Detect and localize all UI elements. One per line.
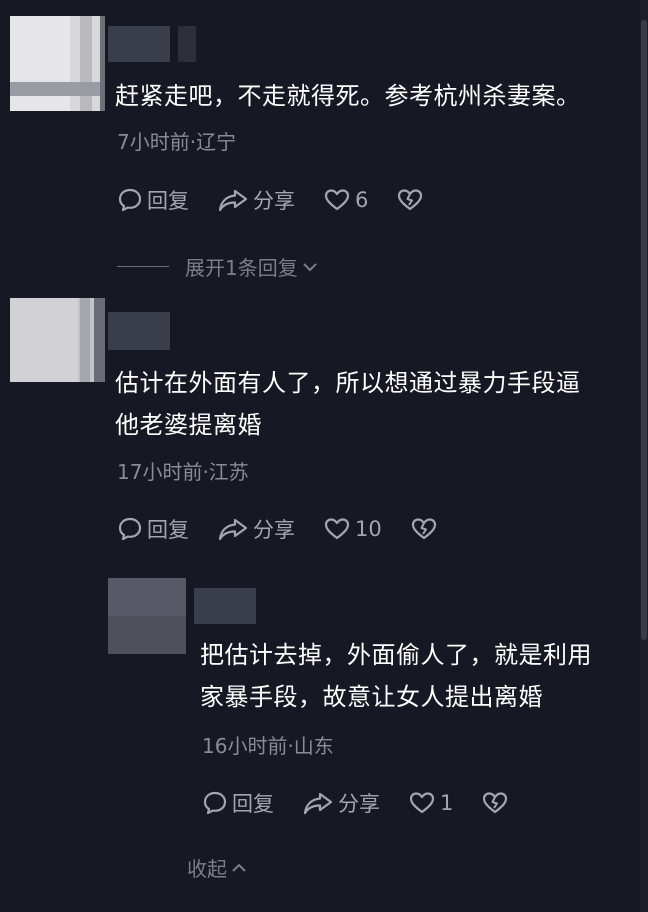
username-redacted[interactable]	[108, 26, 170, 62]
share-button[interactable]: 分享	[302, 788, 380, 818]
comment-bubble-icon	[203, 791, 227, 815]
dislike-button[interactable]	[481, 790, 513, 816]
share-arrow-icon	[303, 792, 333, 815]
reply-button[interactable]: 回复	[117, 514, 189, 544]
username-redacted-extra	[178, 26, 196, 62]
like-button[interactable]: 1	[408, 790, 453, 816]
share-arrow-icon	[218, 189, 248, 212]
comment-meta: 16小时前·山东	[202, 734, 334, 758]
comment-text: 他老婆提离婚	[115, 411, 262, 439]
scrollbar-thumb[interactable]	[641, 20, 647, 640]
dislike-button[interactable]	[410, 516, 442, 542]
comment-text: 估计在外面有人了，所以想通过暴力手段逼	[115, 369, 581, 397]
comment-meta: 17小时前·江苏	[117, 460, 249, 484]
avatar[interactable]	[108, 578, 186, 654]
comment-text: 把估计去掉，外面偷人了，就是利用	[200, 641, 592, 669]
share-label: 分享	[253, 189, 295, 213]
like-count: 10	[355, 517, 382, 541]
heart-icon	[409, 792, 435, 814]
username-redacted[interactable]	[194, 588, 256, 624]
comment-meta: 7小时前·辽宁	[117, 130, 237, 154]
reply-button[interactable]: 回复	[202, 788, 274, 818]
like-count: 6	[355, 188, 369, 212]
reply-label: 回复	[147, 518, 189, 542]
share-label: 分享	[338, 792, 380, 816]
comment-text: 赶紧走吧，不走就得死。参考杭州杀妻案。	[115, 82, 581, 110]
expand-replies-label: 展开1条回复	[185, 256, 298, 280]
chevron-down-icon	[303, 262, 317, 271]
share-label: 分享	[253, 518, 295, 542]
comment-actions: 回复 分享 10	[117, 514, 470, 544]
comment-actions: 回复 分享 6	[117, 185, 456, 215]
collapse-replies[interactable]: 收起	[187, 853, 249, 882]
divider-line	[117, 266, 169, 267]
chevron-up-icon	[232, 863, 246, 872]
heart-icon	[324, 189, 350, 211]
comment-text: 家暴手段，故意让女人提出离婚	[200, 683, 543, 711]
dislike-button[interactable]	[396, 187, 428, 213]
share-button[interactable]: 分享	[217, 185, 295, 215]
broken-heart-icon	[398, 189, 423, 211]
comment-actions: 回复 分享 1	[202, 788, 541, 818]
expand-replies[interactable]: 展开1条回复	[117, 252, 320, 281]
reply-button[interactable]: 回复	[117, 185, 189, 215]
username-redacted[interactable]	[108, 312, 170, 350]
scrollbar[interactable]	[640, 0, 648, 912]
reply-label: 回复	[147, 189, 189, 213]
collapse-label: 收起	[187, 857, 227, 881]
reply-label: 回复	[232, 792, 274, 816]
comment-panel: 赶紧走吧，不走就得死。参考杭州杀妻案。 7小时前·辽宁 回复 分享 6 展开1条…	[0, 0, 648, 912]
broken-heart-icon	[483, 792, 508, 814]
like-button[interactable]: 6	[323, 187, 368, 213]
share-arrow-icon	[218, 518, 248, 541]
like-count: 1	[440, 791, 454, 815]
share-button[interactable]: 分享	[217, 514, 295, 544]
comment-bubble-icon	[118, 188, 142, 212]
like-button[interactable]: 10	[323, 516, 382, 542]
avatar[interactable]	[10, 16, 105, 111]
comment-bubble-icon	[118, 517, 142, 541]
broken-heart-icon	[411, 518, 436, 540]
heart-icon	[324, 518, 350, 540]
avatar[interactable]	[10, 298, 105, 382]
